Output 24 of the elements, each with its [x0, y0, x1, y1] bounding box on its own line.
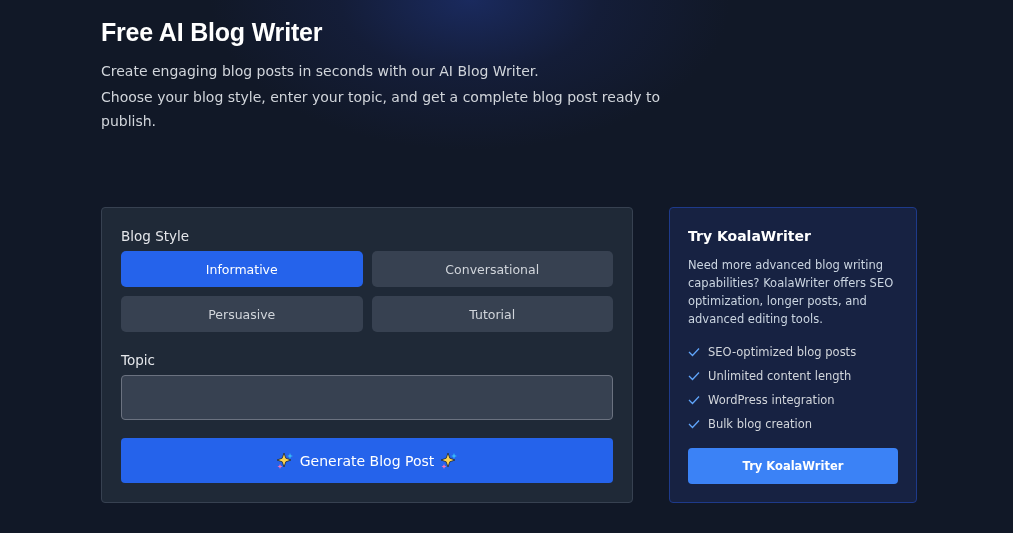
generate-button[interactable]: Generate Blog Post	[121, 438, 613, 483]
topic-field[interactable]	[121, 375, 613, 420]
style-option[interactable]: Conversational	[371, 251, 613, 287]
field-label: Topic	[121, 352, 156, 368]
sparkles-icon	[440, 451, 459, 470]
style-option[interactable]: Tutorial	[371, 296, 613, 332]
field-label: Blog Style	[121, 228, 191, 244]
sparkles-icon	[275, 451, 294, 470]
feature-text: SEO-optimized blog posts	[708, 345, 857, 359]
style-option[interactable]: Informative	[121, 251, 363, 287]
check-icon	[688, 347, 700, 357]
intro-text: Choose your blog style, enter your topic, and get a complete blog post ready to publish.	[101, 88, 662, 131]
promo-text: Need more advanced blog writing capabilities? KoalaWriter offers SEO optimization, longer posts, and advanced editing tools.	[688, 257, 895, 328]
feature-text: Unlimited content length	[708, 369, 852, 383]
intro-text: Create engaging blog posts in seconds with our AI Blog Writer.	[101, 62, 540, 81]
check-icon	[688, 371, 700, 381]
page-title: Free AI Blog Writer	[101, 18, 324, 47]
check-icon	[688, 395, 700, 405]
feature-text: Bulk blog creation	[708, 417, 813, 431]
promo-title: Try KoalaWriter	[688, 228, 812, 244]
feature-text: WordPress integration	[708, 393, 835, 407]
try-button[interactable]: Try KoalaWriter	[688, 448, 898, 484]
style-option[interactable]: Persuasive	[121, 296, 363, 332]
check-icon	[688, 419, 700, 429]
